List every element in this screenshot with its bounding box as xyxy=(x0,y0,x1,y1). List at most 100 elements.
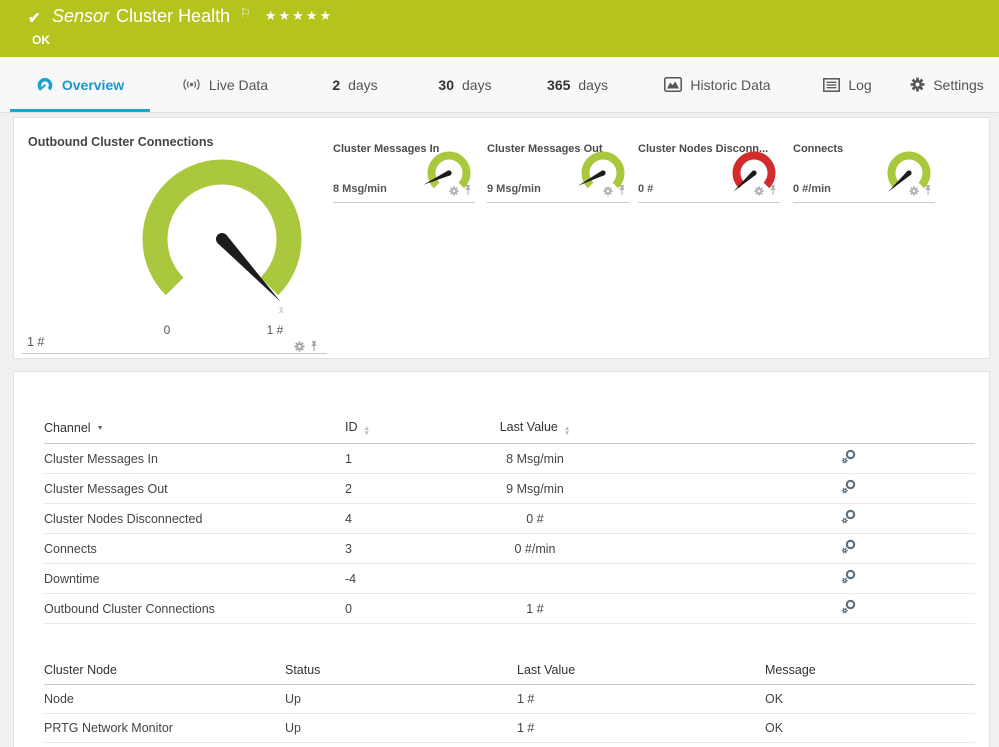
col-header-last-value[interactable]: Last Value▲▼ xyxy=(460,420,610,436)
gear-icon[interactable] xyxy=(449,183,459,201)
gauge-widget-actions xyxy=(603,183,627,201)
col-header-last-value: Last Value xyxy=(517,663,765,677)
flag-icon[interactable]: ⚐ xyxy=(240,6,251,20)
table-row[interactable]: Connects 3 0 #/min xyxy=(44,534,975,564)
pin-icon[interactable] xyxy=(923,183,933,201)
gauge-widget-3[interactable]: Cluster Nodes Disconn... 0 # xyxy=(638,140,780,203)
tab-log[interactable]: Log xyxy=(800,57,895,112)
pin-icon[interactable] xyxy=(309,339,319,357)
tab-number: 2 xyxy=(332,77,340,93)
tab-30-days[interactable]: 30 days xyxy=(410,57,520,112)
col-header-channel[interactable]: Channel▼ xyxy=(44,421,345,435)
historic-icon xyxy=(664,77,682,92)
tab-label: Settings xyxy=(933,77,984,93)
gauge-widget-2[interactable]: Cluster Messages Out 9 Msg/min xyxy=(487,140,629,203)
gauges-panel: Outbound Cluster Connections 0 1 # 1 # x… xyxy=(13,117,990,359)
gauge-widget-actions xyxy=(909,183,933,201)
table-row[interactable]: PRTG Network Monitor Up 1 # OK xyxy=(44,714,975,743)
cluster-node-table: Cluster Node Status Last Value Message No… xyxy=(44,656,975,743)
tab-label: days xyxy=(462,77,492,93)
col-header-message: Message xyxy=(765,663,975,677)
gauge-widget-actions xyxy=(754,183,778,201)
tab-365-days[interactable]: 365days xyxy=(520,57,635,112)
cell-node: Node xyxy=(44,692,285,706)
cell-channel: Cluster Messages In xyxy=(44,452,345,466)
average-marker: x̄ xyxy=(279,305,284,315)
cell-message: OK xyxy=(765,721,975,735)
cell-channel: Outbound Cluster Connections xyxy=(44,602,345,616)
priority-stars[interactable]: ★★★★★ xyxy=(265,8,333,23)
tab-settings[interactable]: Settings xyxy=(895,57,999,112)
pin-icon[interactable] xyxy=(463,183,473,201)
channel-settings-icon[interactable] xyxy=(840,479,857,495)
main-area: Outbound Cluster Connections 0 1 # 1 # x… xyxy=(0,113,999,747)
pin-icon[interactable] xyxy=(768,183,778,201)
gear-icon[interactable] xyxy=(294,339,305,357)
cell-id: 2 xyxy=(345,482,460,496)
table-row[interactable]: Downtime -4 xyxy=(44,564,975,594)
tab-label: Historic Data xyxy=(690,77,770,93)
tab-label: Live Data xyxy=(209,77,268,93)
gauge-widget-4[interactable]: Connects 0 #/min xyxy=(793,140,935,203)
cell-node: PRTG Network Monitor xyxy=(44,721,285,735)
channel-settings-icon[interactable] xyxy=(840,599,857,615)
cell-id: 3 xyxy=(345,542,460,556)
main-widget-actions xyxy=(294,339,319,357)
main-gauge[interactable] xyxy=(134,151,310,327)
cell-last-value: 1 # xyxy=(517,721,765,735)
sensor-title: Cluster Health xyxy=(116,6,230,26)
cell-channel: Downtime xyxy=(44,572,345,586)
cell-channel: Connects xyxy=(44,542,345,556)
table-row[interactable]: Cluster Messages In 1 8 Msg/min xyxy=(44,444,975,474)
gauge-value: 0 #/min xyxy=(793,183,831,195)
main-gauge-max-label: 1 # xyxy=(253,323,297,337)
tab-2-days[interactable]: 2 days xyxy=(300,57,410,112)
cell-last-value: 1 # xyxy=(517,692,765,706)
main-gauge-min-label: 0 xyxy=(147,323,187,337)
cell-id: 4 xyxy=(345,512,460,526)
tab-number: 30 xyxy=(438,77,454,93)
tab-label: Overview xyxy=(62,77,124,93)
cell-channel: Cluster Messages Out xyxy=(44,482,345,496)
gear-icon[interactable] xyxy=(909,183,919,201)
table-row[interactable]: Node Up 1 # OK xyxy=(44,685,975,714)
cell-id: 0 xyxy=(345,602,460,616)
cell-status: Up xyxy=(285,721,517,735)
channel-settings-icon[interactable] xyxy=(840,539,857,555)
gauge-widget-1[interactable]: Cluster Messages In 8 Msg/min xyxy=(333,140,475,203)
sort-icon: ▲▼ xyxy=(564,426,570,436)
gauge-widget-actions xyxy=(449,183,473,201)
tab-overview[interactable]: Overview xyxy=(10,57,150,112)
tab-number: 365 xyxy=(547,77,570,93)
status-badge: OK xyxy=(32,33,50,47)
gear-icon[interactable] xyxy=(603,183,613,201)
sensor-title-row: SensorCluster Health⚐★★★★★ xyxy=(52,6,333,27)
cell-id: 1 xyxy=(345,452,460,466)
gauge-value: 8 Msg/min xyxy=(333,183,387,195)
cell-channel: Cluster Nodes Disconnected xyxy=(44,512,345,526)
cell-last-value: 0 # xyxy=(460,512,610,526)
cell-id: -4 xyxy=(345,572,460,586)
log-icon xyxy=(823,78,840,92)
tab-live-data[interactable]: Live Data xyxy=(150,57,300,112)
table-row[interactable]: Cluster Messages Out 2 9 Msg/min xyxy=(44,474,975,504)
col-header-status: Status xyxy=(285,663,517,677)
tab-historic-data[interactable]: Historic Data xyxy=(635,57,800,112)
col-header-cluster-node: Cluster Node xyxy=(44,663,285,677)
channel-settings-icon[interactable] xyxy=(840,449,857,465)
cell-last-value: 8 Msg/min xyxy=(460,452,610,466)
cell-message: OK xyxy=(765,692,975,706)
gear-icon[interactable] xyxy=(754,183,764,201)
table-row[interactable]: Cluster Nodes Disconnected 4 0 # xyxy=(44,504,975,534)
pin-icon[interactable] xyxy=(617,183,627,201)
settings-gear-icon xyxy=(910,77,925,92)
cell-status: Up xyxy=(285,692,517,706)
gauge-icon xyxy=(36,76,54,94)
main-gauge-title: Outbound Cluster Connections xyxy=(28,135,213,149)
gauge-value: 0 # xyxy=(638,183,653,195)
col-header-id[interactable]: ID▲▼ xyxy=(345,420,460,436)
channel-settings-icon[interactable] xyxy=(840,569,857,585)
channel-settings-icon[interactable] xyxy=(840,509,857,525)
table-row[interactable]: Outbound Cluster Connections 0 1 # xyxy=(44,594,975,624)
tab-label: days xyxy=(348,77,378,93)
